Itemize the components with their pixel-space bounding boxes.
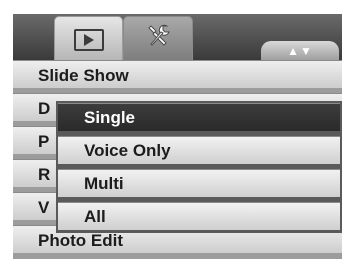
- camera-menu-screen: ▲▼ Slide Show D P R V Photo Edit Single …: [0, 0, 343, 259]
- submenu-item-label: Multi: [84, 174, 124, 193]
- menu-item-label: Slide Show: [38, 66, 129, 85]
- playback-icon: [74, 29, 104, 51]
- menu-tab-bar: ▲▼: [13, 14, 342, 61]
- menu-item-label: P: [38, 132, 50, 151]
- submenu-item-all[interactable]: All: [58, 202, 340, 230]
- submenu-item-voice-only[interactable]: Voice Only: [58, 136, 340, 164]
- submenu-item-label: Single: [84, 108, 136, 127]
- submenu-item-single[interactable]: Single: [58, 103, 340, 131]
- submenu-item-label: Voice Only: [84, 141, 171, 160]
- tab-playback[interactable]: [54, 16, 123, 61]
- up-down-arrows-icon[interactable]: ▲▼: [261, 41, 339, 61]
- wrench-icon: [148, 24, 170, 46]
- menu-item-slide-show[interactable]: Slide Show: [13, 60, 342, 88]
- menu-item-label: Photo Edit: [38, 231, 123, 250]
- menu-item-label: R: [38, 165, 51, 184]
- menu-item-label: V: [38, 198, 50, 217]
- submenu-item-label: All: [84, 207, 106, 226]
- menu-item-label: D: [38, 99, 51, 118]
- delete-submenu-popup: Single Voice Only Multi All: [56, 101, 342, 233]
- submenu-item-multi[interactable]: Multi: [58, 169, 340, 197]
- tab-setup[interactable]: [123, 16, 193, 61]
